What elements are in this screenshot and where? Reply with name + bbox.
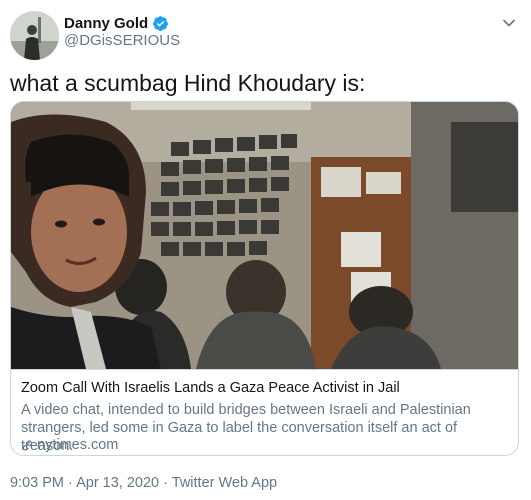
avatar[interactable] xyxy=(10,11,59,60)
link-card[interactable]: Zoom Call With Israelis Lands a Gaza Pea… xyxy=(10,101,519,456)
tweet-meta: 9:03 PM · Apr 13, 2020 · Twitter Web App xyxy=(10,475,277,491)
meta-separator: · xyxy=(163,475,168,491)
author-name-row[interactable]: Danny Gold xyxy=(64,13,169,33)
display-name[interactable]: Danny Gold xyxy=(64,15,148,32)
source-app[interactable]: Twitter Web App xyxy=(172,475,277,491)
card-domain[interactable]: nytimes.com xyxy=(21,437,118,453)
card-title[interactable]: Zoom Call With Israelis Lands a Gaza Pea… xyxy=(21,380,400,396)
timestamp[interactable]: 9:03 PM · Apr 13, 2020 xyxy=(10,475,159,491)
link-icon xyxy=(22,439,33,451)
card-image[interactable] xyxy=(11,102,518,369)
tweet: Danny Gold @DGisSERIOUS what a scumbag H… xyxy=(0,0,531,500)
tweet-text: what a scumbag Hind Khoudary is: xyxy=(10,70,366,96)
author-handle[interactable]: @DGisSERIOUS xyxy=(64,32,180,49)
card-domain-text[interactable]: nytimes.com xyxy=(37,437,118,453)
card-body[interactable]: Zoom Call With Israelis Lands a Gaza Pea… xyxy=(11,369,518,455)
chevron-down-icon[interactable] xyxy=(501,15,517,31)
verified-badge-icon xyxy=(153,15,169,31)
